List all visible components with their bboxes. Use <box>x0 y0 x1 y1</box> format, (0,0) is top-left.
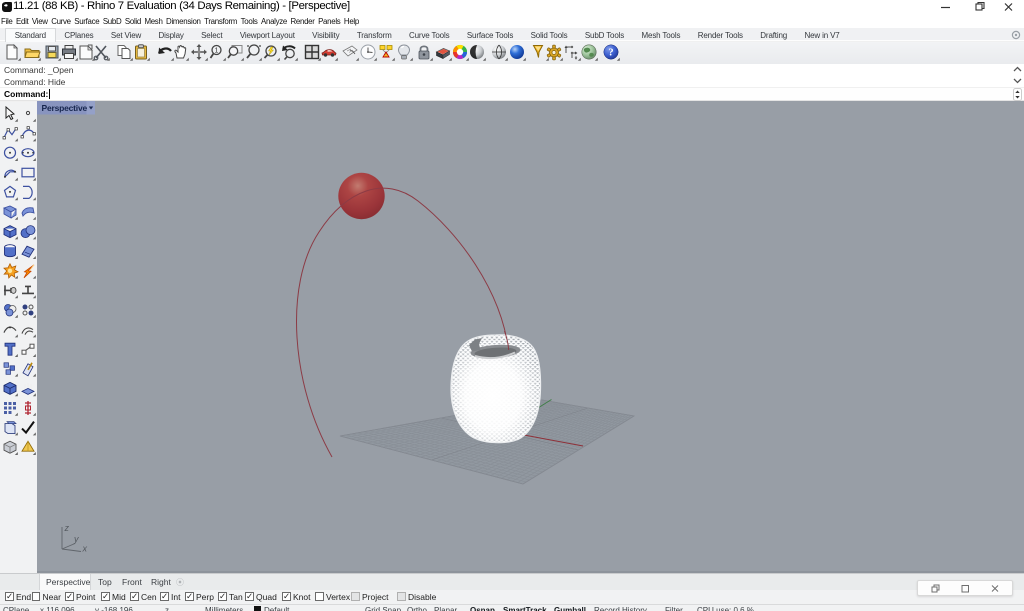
svg-text:?: ? <box>608 48 613 59</box>
svg-text:y: y <box>73 534 79 544</box>
svg-text:1: 1 <box>215 48 219 55</box>
svg-text:x: x <box>82 544 88 554</box>
svg-text:z: z <box>64 523 70 533</box>
svg-text:Perspective: Perspective <box>42 103 88 113</box>
svg-text:!: ! <box>385 53 386 58</box>
